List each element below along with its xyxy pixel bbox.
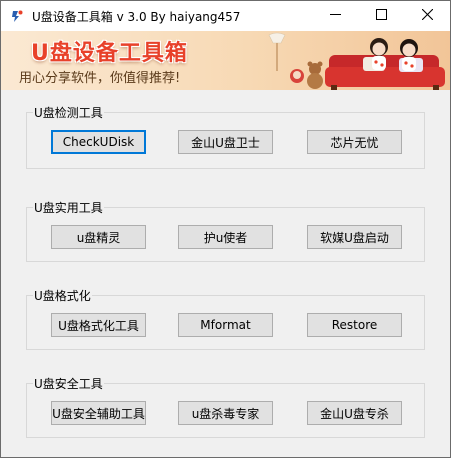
app-logo-icon <box>10 9 24 23</box>
group-security-tools: U盘安全工具 U盘安全辅助工具 u盘杀毒专家 金山U盘专杀 <box>26 375 425 438</box>
group-utility-tools: U盘实用工具 u盘精灵 护u使者 软媒U盘启动 <box>26 199 425 262</box>
group-title: U盘实用工具 <box>33 199 104 216</box>
close-icon <box>421 8 433 23</box>
app-window: U盘设备工具箱 v 3.0 By haiyang457 U盘设备工具箱 用心分享… <box>0 0 451 458</box>
restore-button[interactable]: Restore <box>307 313 402 337</box>
window-title: U盘设备工具箱 v 3.0 By haiyang457 <box>32 10 241 24</box>
group-title: U盘格式化 <box>33 287 92 304</box>
ruanmei-boot-button[interactable]: 软媒U盘启动 <box>307 225 402 249</box>
chip-genius-button[interactable]: 芯片无忧 <box>307 130 402 154</box>
udisk-security-assistant-button[interactable]: U盘安全辅助工具 <box>51 401 146 425</box>
group-title: U盘检测工具 <box>33 104 104 121</box>
maximize-button[interactable] <box>358 1 404 31</box>
group-title: U盘安全工具 <box>33 375 104 392</box>
close-button[interactable] <box>404 1 450 31</box>
maximize-icon <box>375 9 387 23</box>
header-banner: U盘设备工具箱 用心分享软件，你值得推荐! <box>1 31 450 90</box>
udisk-format-tool-button[interactable]: U盘格式化工具 <box>51 313 146 337</box>
udisk-wizard-button[interactable]: u盘精灵 <box>51 225 146 249</box>
udisk-protector-button[interactable]: 护u使者 <box>178 225 273 249</box>
minimize-button[interactable] <box>312 1 358 31</box>
kingsoft-udisk-killer-button[interactable]: 金山U盘专杀 <box>307 401 402 425</box>
banner-illustration <box>268 32 445 90</box>
group-check-tools: U盘检测工具 CheckUDisk 金山U盘卫士 芯片无忧 <box>26 104 425 169</box>
checkudisk-button[interactable]: CheckUDisk <box>51 130 146 154</box>
banner-title: U盘设备工具箱 <box>31 41 188 66</box>
title-bar[interactable]: U盘设备工具箱 v 3.0 By haiyang457 <box>1 1 450 31</box>
banner-slogan: 用心分享软件，你值得推荐! <box>19 71 181 86</box>
mformat-button[interactable]: Mformat <box>178 313 273 337</box>
minimize-icon <box>329 9 341 23</box>
kingsoft-udisk-guard-button[interactable]: 金山U盘卫士 <box>178 130 273 154</box>
group-format-tools: U盘格式化 U盘格式化工具 Mformat Restore <box>26 287 425 350</box>
udisk-antivirus-button[interactable]: u盘杀毒专家 <box>178 401 273 425</box>
